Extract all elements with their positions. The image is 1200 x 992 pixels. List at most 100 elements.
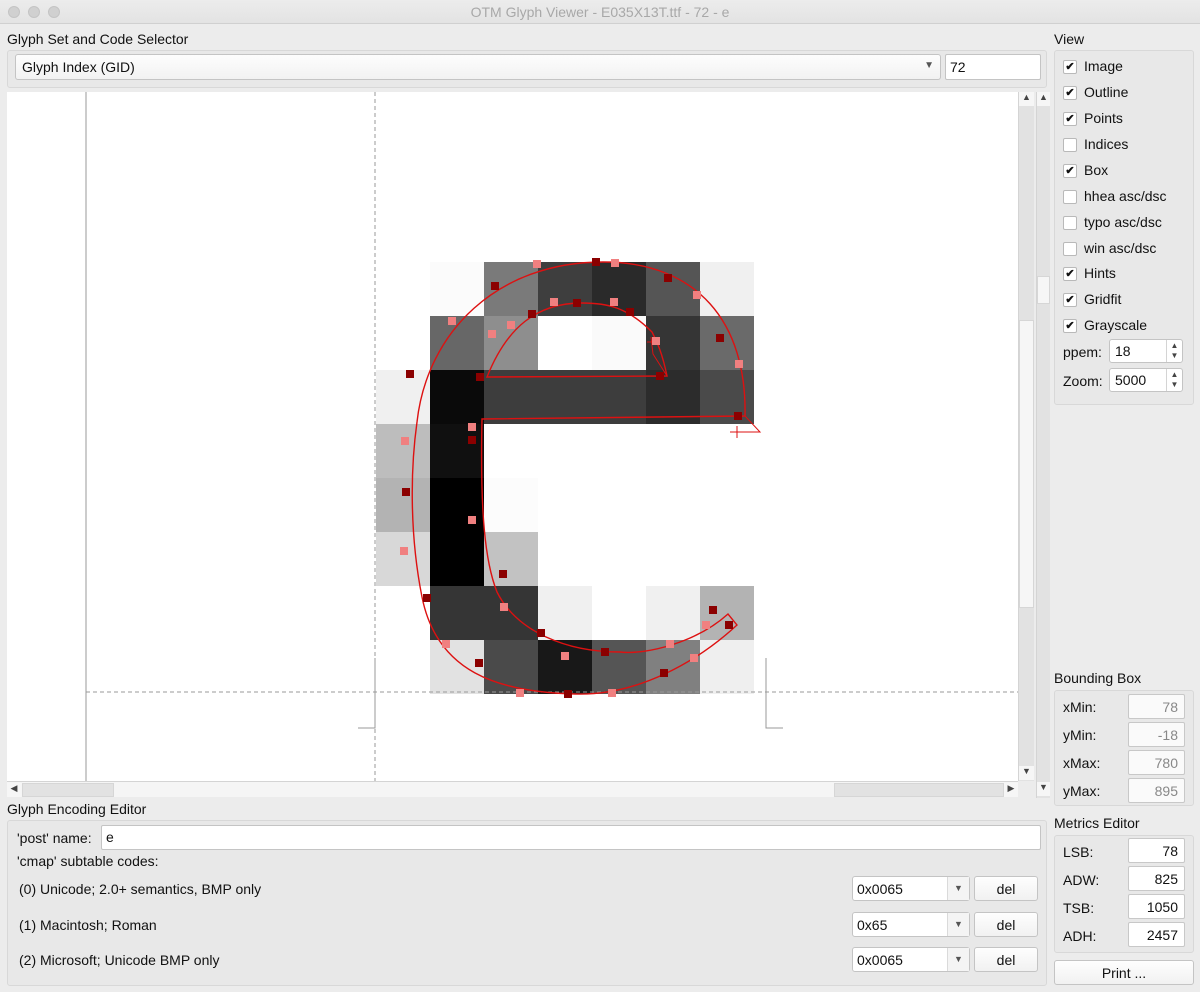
canvas-horizontal-scrollbar[interactable]: ◀ ▶ xyxy=(7,781,1018,797)
print-button[interactable]: Print ... xyxy=(1054,960,1194,985)
title-bar: OTM Glyph Viewer - E035X13T.ttf - 72 - e xyxy=(0,0,1200,24)
glyph-index-input[interactable]: 72 xyxy=(945,54,1041,80)
outer-scroll-up-icon[interactable]: ▲ xyxy=(1037,92,1050,106)
grayscale-pixel xyxy=(430,586,484,640)
checkbox-unchecked-icon[interactable] xyxy=(1063,242,1077,256)
glyph-canvas[interactable] xyxy=(7,92,1018,781)
bbox-xmax-value: 780 xyxy=(1128,750,1185,775)
checkbox-unchecked-icon[interactable] xyxy=(1063,216,1077,230)
horizontal-scroll-track-right[interactable] xyxy=(834,783,1004,797)
outer-scroll-down-icon[interactable]: ▼ xyxy=(1037,782,1050,796)
cmap-code-select[interactable]: 0x0065 ▼ xyxy=(852,947,970,972)
outer-scroll-thumb[interactable] xyxy=(1037,276,1050,304)
on-curve-point xyxy=(475,659,483,667)
grayscale-pixel xyxy=(538,640,592,694)
off-curve-point xyxy=(561,652,569,660)
chevron-down-icon[interactable]: ▼ xyxy=(947,913,969,936)
bbox-ymin-value: -18 xyxy=(1128,722,1185,747)
view-option-label: Hints xyxy=(1084,265,1116,281)
spin-arrows-icon[interactable]: ▲ ▼ xyxy=(1166,340,1182,362)
spin-arrows-icon[interactable]: ▲ ▼ xyxy=(1166,369,1182,391)
off-curve-point xyxy=(516,689,524,697)
outer-vertical-scrollbar[interactable]: ▲ ▼ xyxy=(1036,92,1050,798)
grayscale-pixel xyxy=(646,586,700,640)
on-curve-point xyxy=(537,629,545,637)
bbox-ymax-label: yMax: xyxy=(1063,783,1101,799)
on-curve-point xyxy=(423,594,431,602)
grayscale-pixel xyxy=(700,316,754,370)
post-name-input[interactable]: e xyxy=(101,825,1041,850)
metric-adw-input[interactable]: 825 xyxy=(1128,866,1185,891)
glyph-render-svg xyxy=(85,92,1018,781)
cmap-subtable-label: (2) Microsoft; Unicode BMP only xyxy=(19,952,220,968)
on-curve-point xyxy=(499,570,507,578)
grayscale-pixel xyxy=(700,586,754,640)
ppem-spinbox[interactable]: 18 ▲ ▼ xyxy=(1109,339,1183,363)
off-curve-point xyxy=(533,260,541,268)
grayscale-pixel xyxy=(430,316,484,370)
scroll-down-icon[interactable]: ▼ xyxy=(1019,766,1034,780)
grayscale-pixel xyxy=(430,532,484,586)
glyph-mode-select[interactable]: Glyph Index (GID) ▼ xyxy=(15,54,941,80)
bbox-xmin-value: 78 xyxy=(1128,694,1185,719)
view-option-label: hhea asc/dsc xyxy=(1084,188,1167,204)
grayscale-pixel xyxy=(592,262,646,316)
delete-code-button[interactable]: del xyxy=(974,947,1038,972)
scroll-right-icon[interactable]: ▶ xyxy=(1004,783,1018,797)
on-curve-point xyxy=(402,488,410,496)
cmap-code-select[interactable]: 0x65 ▼ xyxy=(852,912,970,937)
checkbox-checked-icon[interactable]: ✔ xyxy=(1063,60,1077,74)
grayscale-pixel xyxy=(430,370,484,424)
checkbox-checked-icon[interactable]: ✔ xyxy=(1063,319,1077,333)
on-curve-point xyxy=(592,258,600,266)
off-curve-point xyxy=(608,689,616,697)
on-curve-point xyxy=(725,621,733,629)
scroll-up-icon[interactable]: ▲ xyxy=(1019,92,1034,106)
off-curve-point xyxy=(507,321,515,329)
off-curve-point xyxy=(690,654,698,662)
zoom-spinbox[interactable]: 5000 ▲ ▼ xyxy=(1109,368,1183,392)
off-curve-point xyxy=(550,298,558,306)
scroll-left-icon[interactable]: ◀ xyxy=(7,783,21,797)
bbox-xmin-label: xMin: xyxy=(1063,699,1097,715)
canvas-vertical-scrollbar[interactable]: ▲ ▼ xyxy=(1018,92,1034,781)
grayscale-pixel xyxy=(646,640,700,694)
metric-adh-input[interactable]: 2457 xyxy=(1128,922,1185,947)
off-curve-point xyxy=(652,337,660,345)
view-option-label: Image xyxy=(1084,58,1123,74)
encoding-editor-label: Glyph Encoding Editor xyxy=(7,801,147,817)
glyph-selector-label: Glyph Set and Code Selector xyxy=(7,31,189,47)
cmap-code-value: 0x0065 xyxy=(857,952,903,968)
checkbox-checked-icon[interactable]: ✔ xyxy=(1063,86,1077,100)
on-curve-point xyxy=(564,690,572,698)
chevron-down-icon[interactable]: ▼ xyxy=(947,948,969,971)
checkbox-checked-icon[interactable]: ✔ xyxy=(1063,164,1077,178)
chevron-down-icon: ▼ xyxy=(924,60,934,71)
off-curve-point xyxy=(693,291,701,299)
grayscale-pixel xyxy=(538,370,592,424)
checkbox-unchecked-icon[interactable] xyxy=(1063,138,1077,152)
delete-code-button[interactable]: del xyxy=(974,912,1038,937)
checkbox-checked-icon[interactable]: ✔ xyxy=(1063,293,1077,307)
off-curve-point xyxy=(702,621,710,629)
delete-code-button[interactable]: del xyxy=(974,876,1038,901)
grayscale-pixel xyxy=(376,424,430,478)
vertical-scroll-thumb[interactable] xyxy=(1019,320,1034,608)
checkbox-checked-icon[interactable]: ✔ xyxy=(1063,267,1077,281)
cmap-subtable-label: (1) Macintosh; Roman xyxy=(19,917,157,933)
on-curve-point xyxy=(491,282,499,290)
on-curve-point xyxy=(406,370,414,378)
checkbox-unchecked-icon[interactable] xyxy=(1063,190,1077,204)
metric-lsb-label: LSB: xyxy=(1063,844,1094,860)
grayscale-pixel xyxy=(430,424,484,478)
metric-lsb-input[interactable]: 78 xyxy=(1128,838,1185,863)
lsb-marker xyxy=(358,658,376,729)
horizontal-scroll-track-left[interactable] xyxy=(22,783,114,797)
view-option-label: Indices xyxy=(1084,136,1129,152)
checkbox-checked-icon[interactable]: ✔ xyxy=(1063,112,1077,126)
cmap-code-select[interactable]: 0x0065 ▼ xyxy=(852,876,970,901)
metric-tsb-input[interactable]: 1050 xyxy=(1128,894,1185,919)
grayscale-pixel xyxy=(592,316,646,370)
on-curve-point xyxy=(626,308,634,316)
chevron-down-icon[interactable]: ▼ xyxy=(947,877,969,900)
